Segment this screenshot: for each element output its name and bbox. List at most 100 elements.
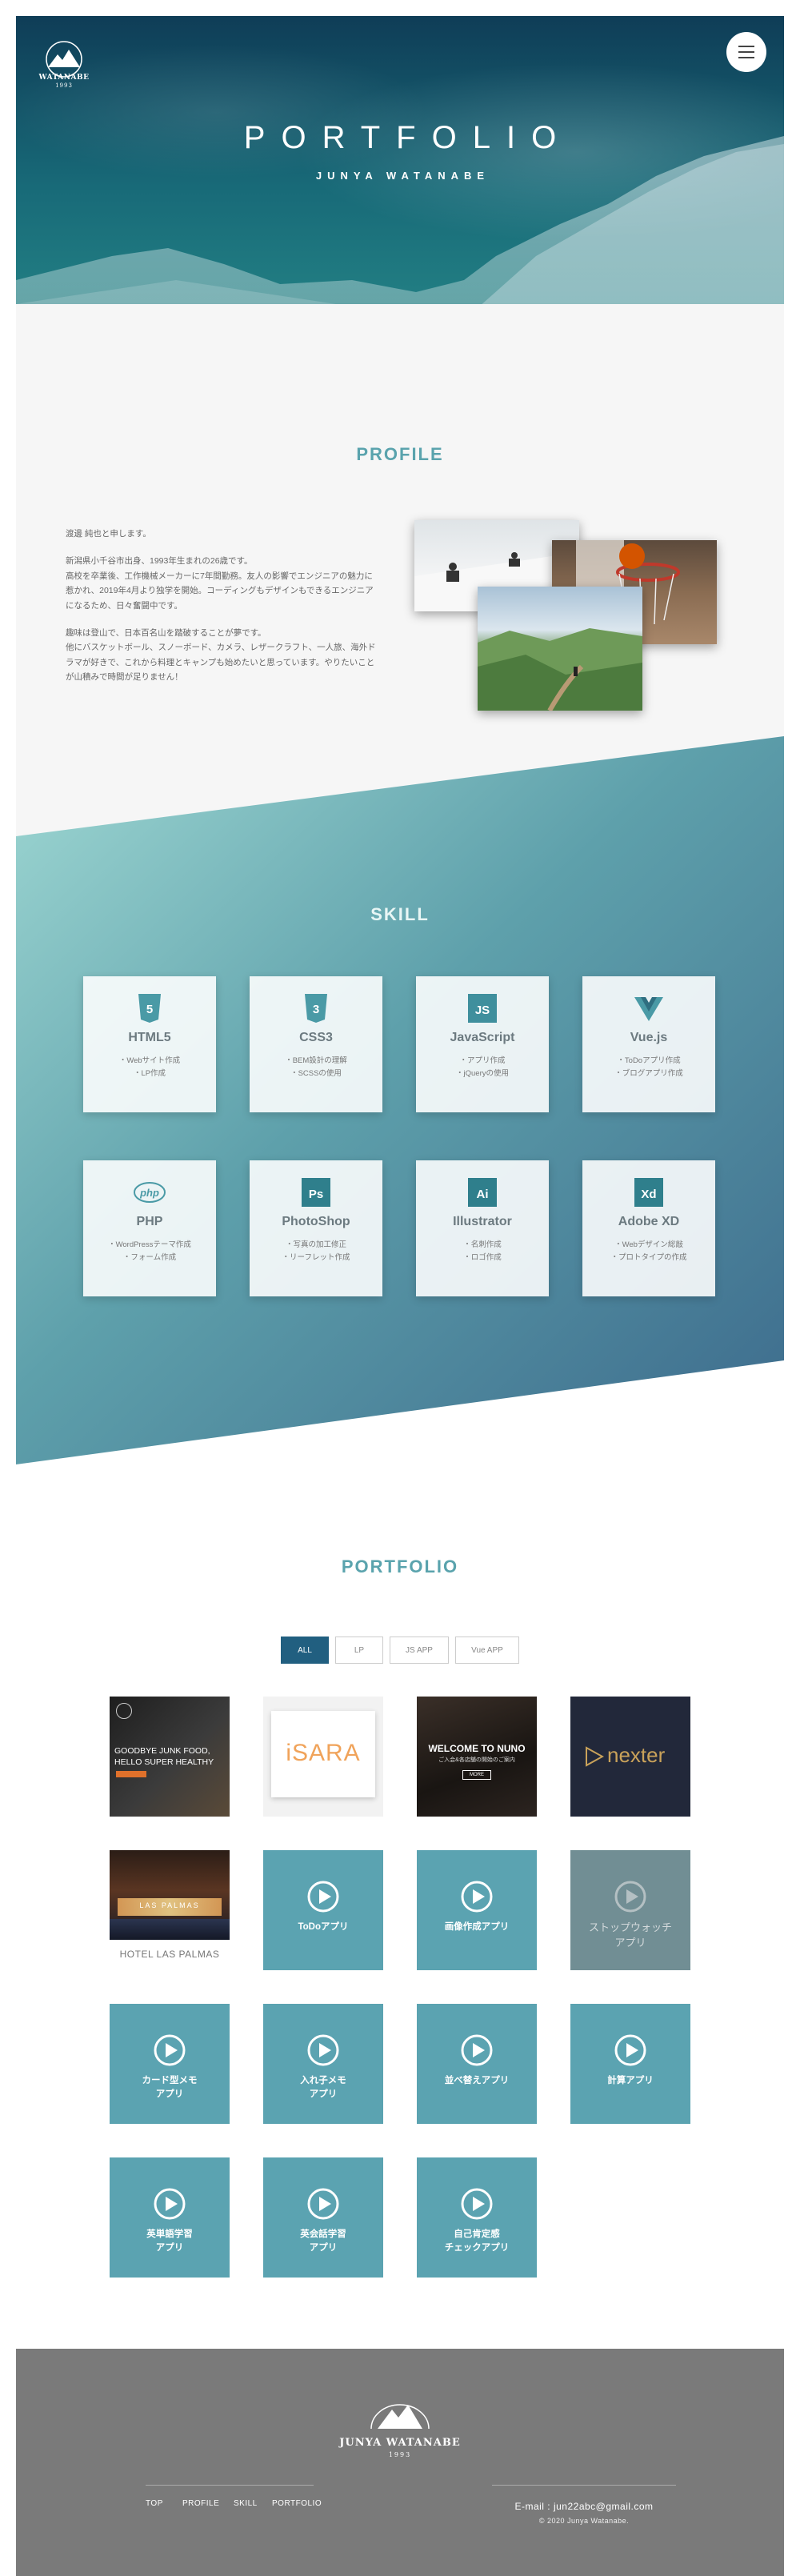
app-tile-label: 計算アプリ (607, 2076, 654, 2085)
work-thumb-junkfood[interactable]: GOODBYE JUNK FOOD, HELLO SUPER HEALTHY (110, 1697, 230, 1817)
app-tile-label: 画像作成アプリ (444, 1922, 510, 1932)
skill-name: Illustrator (453, 1215, 512, 1228)
svg-text:JS: JS (475, 1004, 490, 1017)
footer-divider-left (146, 2485, 314, 2486)
tab-vue-app[interactable]: Vue APP (455, 1637, 519, 1664)
skill-card-css3: 3 CSS3 ・BEM設計の理解 ・SCSSの使用 (250, 976, 382, 1112)
footer-divider-right (492, 2485, 676, 2486)
photo-mountain-hike (478, 587, 642, 711)
php-icon: php (134, 1182, 166, 1203)
play-icon (154, 2034, 186, 2066)
work-thumb-isara[interactable]: iSARA (263, 1697, 383, 1817)
thumb-nuno-title: WELCOME TO NUNO (428, 1743, 526, 1754)
svg-text:3: 3 (313, 1003, 319, 1016)
footer-copyright: © 2020 Junya Watanabe. (538, 2517, 630, 2525)
profile-paragraph-3: 趣味は登山で、日本百名山を踏破することが夢です。 他にバスケットボール、スノーボ… (66, 627, 376, 682)
tab-all[interactable]: ALL (281, 1637, 329, 1664)
thumb-junkfood-title: GOODBYE JUNK FOOD, HELLO SUPER HEALTHY (114, 1746, 214, 1767)
play-icon (307, 1881, 339, 1913)
play-icon (461, 2188, 493, 2220)
app-tile[interactable]: 入れ子メモ アプリ (263, 2004, 383, 2124)
illustrator-icon: Ai (468, 1178, 497, 1207)
app-tile-label: ストップウォッチ アプリ (588, 1921, 672, 1949)
skill-description-line: ・SCSSの使用 (290, 1069, 342, 1079)
footer-nav-profile[interactable]: PROFILE (182, 2499, 219, 2508)
app-tile-label: 英単語学習 アプリ (146, 2229, 193, 2253)
play-icon (461, 2034, 493, 2066)
portfolio-title: PORTFOLIO (341, 1556, 459, 1576)
skill-description-line: ・プロトタイプの作成 (610, 1253, 687, 1263)
skill-description: ・アプリ作成 ・jQueryの使用 (416, 1055, 549, 1080)
skill-description-line: ・BEM設計の理解 (285, 1056, 347, 1065)
footer-logo-mountain-icon[interactable] (366, 2397, 434, 2432)
work-caption-hotel: HOTEL LAS PALMAS (119, 1949, 220, 1960)
profile-text: 渡邊 純也と申します。 新潟県小千谷市出身、1993年生まれの26歳です。 高校… (66, 527, 378, 697)
profile-paragraph-1: 渡邊 純也と申します。 (66, 529, 151, 539)
skill-card-javascript: JS JavaScript ・アプリ作成 ・jQueryの使用 (416, 976, 549, 1112)
footer-nav-portfolio[interactable]: PORTFOLIO (272, 2499, 322, 2508)
app-tile[interactable]: カード型メモ アプリ (110, 2004, 230, 2124)
skill-description-line: ・jQueryの使用 (456, 1069, 509, 1079)
skill-card-illustrator: Ai Illustrator ・名刺作成 ・ロゴ作成 (416, 1160, 549, 1296)
skill-name: PhotoShop (282, 1215, 350, 1228)
skill-description: ・BEM設計の理解 ・SCSSの使用 (250, 1055, 382, 1080)
skill-description-line: ・ToDoアプリ作成 (617, 1056, 681, 1065)
app-tile-label: 英会話学習 アプリ (300, 2229, 346, 2253)
footer-year: 1993 (388, 2451, 412, 2458)
footer-nav-skill[interactable]: SKILL (234, 2499, 258, 2508)
app-tile[interactable]: 画像作成アプリ (417, 1850, 537, 1970)
skill-description-line: ・リーフレット作成 (282, 1253, 350, 1263)
work-thumb-hotel[interactable]: LAS PALMAS (110, 1850, 230, 1940)
thumb-isara-logo: iSARA (286, 1740, 361, 1766)
skill-description-line: ・Webサイト作成 (118, 1056, 181, 1065)
css3-icon: 3 (305, 994, 327, 1023)
footer: JUNYA WATANABE 1993 TOP PROFILE SKILL PO… (16, 2349, 784, 2576)
work-thumb-nuno[interactable]: WELCOME TO NUNO ご入会&各店舗の開始のご案内 MORE (417, 1697, 537, 1817)
app-tile[interactable]: 英単語学習 アプリ (110, 2157, 230, 2278)
thumb-cta-bar (116, 1771, 146, 1777)
javascript-icon: JS (468, 994, 497, 1023)
app-tile-label: ToDoアプリ (298, 1922, 349, 1932)
app-tile-label: カード型メモ アプリ (142, 2076, 198, 2099)
app-tile[interactable]: ToDoアプリ (263, 1850, 383, 1970)
footer-brand: JUNYA WATANABE (339, 2437, 461, 2449)
photoshop-icon: Ps (302, 1178, 330, 1207)
app-tile[interactable]: 計算アプリ (570, 2004, 690, 2124)
skill-description: ・ToDoアプリ作成 ・ブログアプリ作成 (582, 1055, 715, 1080)
thumb-logo-icon (116, 1703, 132, 1719)
skill-description: ・Webサイト作成 ・LP作成 (83, 1055, 216, 1080)
app-tile[interactable]: 英会話学習 アプリ (263, 2157, 383, 2278)
app-tile[interactable]: 並べ替えアプリ (417, 2004, 537, 2124)
thumb-nuno-button: MORE (462, 1770, 491, 1780)
play-icon (307, 2188, 339, 2220)
app-tile-label: 並べ替えアプリ (444, 2076, 510, 2085)
app-tile[interactable]: 自己肯定感 チェックアプリ (417, 2157, 537, 2278)
skill-card-php: php PHP ・WordPressテーマ作成 ・フォーム作成 (83, 1160, 216, 1296)
skill-title: SKILL (370, 904, 430, 924)
tab-lp[interactable]: LP (335, 1637, 383, 1664)
app-tile[interactable]: ストップウォッチ アプリ (570, 1850, 690, 1970)
play-icon (614, 1881, 646, 1913)
html5-icon: 5 (138, 994, 161, 1023)
skill-name: HTML5 (128, 1031, 171, 1044)
thumb-hotel-sign: LAS PALMAS (139, 1901, 200, 1909)
skill-card-adobe-xd: Xd Adobe XD ・Webデザイン総敲 ・プロトタイプの作成 (582, 1160, 715, 1296)
play-icon (614, 2034, 646, 2066)
work-thumb-nexter[interactable]: nexter (570, 1697, 690, 1817)
skill-description-line: ・WordPressテーマ作成 (108, 1240, 191, 1249)
skill-card-html5: 5 HTML5 ・Webサイト作成 ・LP作成 (83, 976, 216, 1112)
skill-description: ・名刺作成 ・ロゴ作成 (416, 1239, 549, 1264)
skill-description-line: ・フォーム作成 (122, 1253, 177, 1263)
svg-text:Ps: Ps (309, 1188, 323, 1201)
play-icon (461, 1881, 493, 1913)
footer-email[interactable]: E-mail : jun22abc@gmail.com (492, 2501, 676, 2512)
skill-description-line: ・Webデザイン総敲 (614, 1240, 683, 1249)
tab-js-app[interactable]: JS APP (390, 1637, 449, 1664)
thumb-nuno-sub: ご入会&各店舗の開始のご案内 (438, 1757, 515, 1763)
play-icon (307, 2034, 339, 2066)
footer-nav-top[interactable]: TOP (146, 2499, 163, 2508)
skill-description-line: ・名刺作成 (463, 1240, 502, 1249)
skill-description-line: ・写真の加工修正 (285, 1240, 346, 1249)
skill-name: Adobe XD (618, 1215, 680, 1228)
svg-text:Xd: Xd (641, 1188, 656, 1201)
